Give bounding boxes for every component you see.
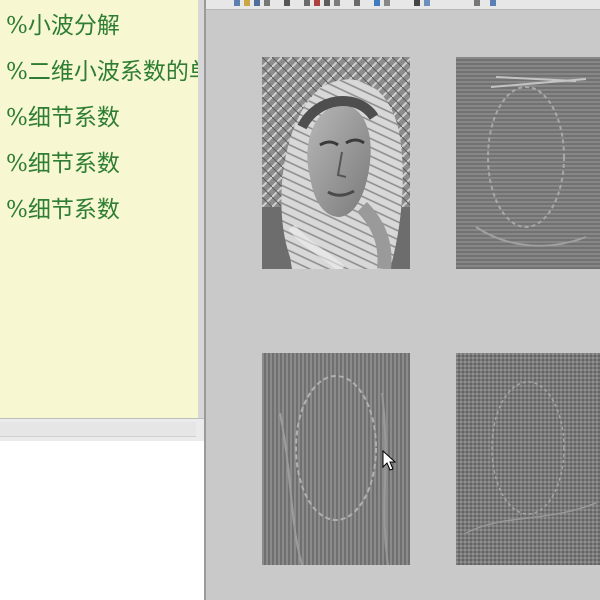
zoom-out-icon[interactable] (314, 0, 320, 6)
dock-icon[interactable] (424, 0, 430, 6)
show-tools-icon[interactable] (490, 0, 496, 6)
save-icon[interactable] (254, 0, 260, 6)
subplot-diagonal-detail[interactable] (456, 353, 600, 565)
subplot-original-image[interactable] (262, 57, 410, 269)
rotate-icon[interactable] (334, 0, 340, 6)
image-icon (456, 57, 600, 269)
new-figure-icon[interactable] (234, 0, 240, 6)
zoom-in-icon[interactable] (304, 0, 310, 6)
print-icon[interactable] (264, 0, 270, 6)
image-icon (456, 353, 600, 565)
code-line[interactable]: %细节系数 (6, 190, 120, 224)
open-file-icon[interactable] (244, 0, 250, 6)
pane-splitter[interactable] (0, 418, 204, 442)
subplot-horizontal-detail[interactable] (456, 57, 600, 269)
pan-icon[interactable] (324, 0, 330, 6)
mouse-cursor-icon (382, 450, 396, 471)
code-line[interactable]: %小波分解 (6, 6, 120, 40)
code-line[interactable]: %二维小波系数的单支 (6, 52, 198, 86)
code-line[interactable]: %细节系数 (6, 98, 120, 132)
editor-tab-strip (0, 422, 196, 437)
plot-tools-icon[interactable] (414, 0, 420, 6)
figure-toolbar (206, 0, 600, 10)
image-icon (262, 57, 410, 269)
code-editor[interactable]: %小波分解 %二维小波系数的单支 %细节系数 %细节系数 %细节系数 (0, 0, 198, 418)
command-window[interactable] (0, 441, 204, 600)
data-cursor-icon[interactable] (354, 0, 360, 6)
code-line[interactable]: %细节系数 (6, 144, 120, 178)
legend-icon[interactable] (384, 0, 390, 6)
hide-tools-icon[interactable] (474, 0, 480, 6)
figure-canvas[interactable] (206, 10, 600, 600)
edit-plot-icon[interactable] (284, 0, 290, 6)
colorbar-icon[interactable] (374, 0, 380, 6)
